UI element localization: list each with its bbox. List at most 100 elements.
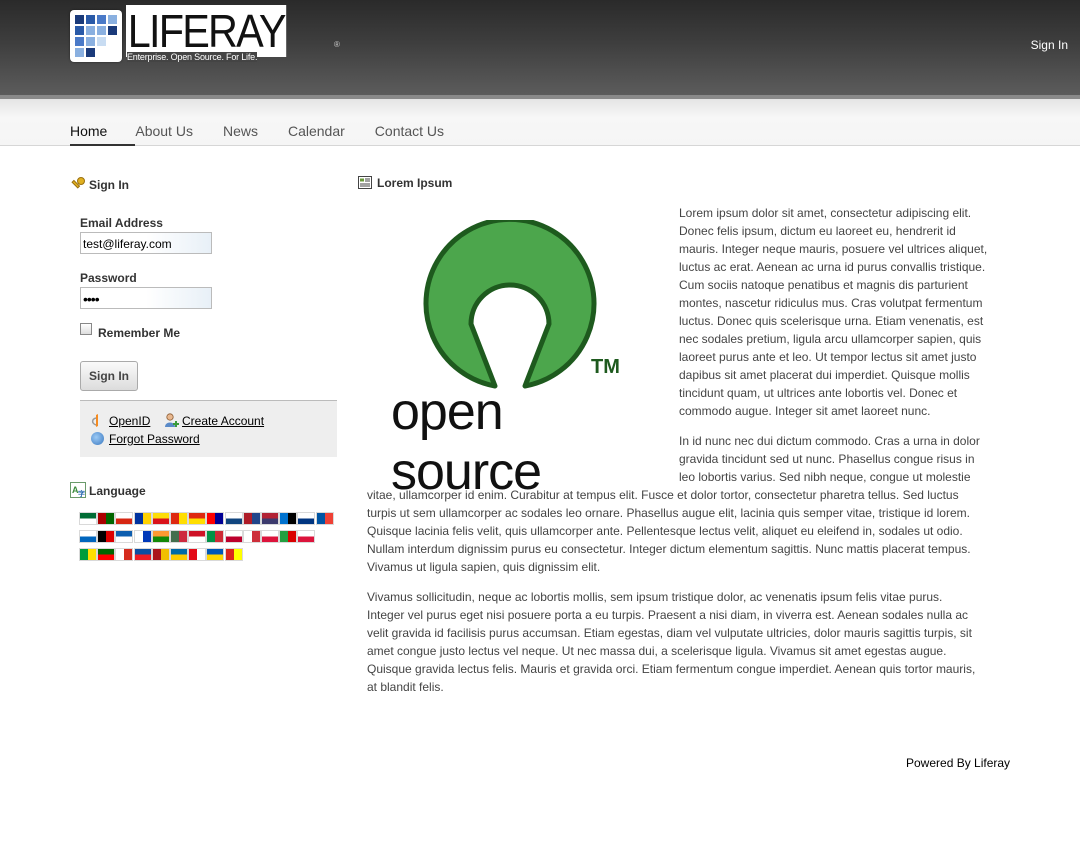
language-flag-icon[interactable] <box>152 549 169 560</box>
language-flag-icon[interactable] <box>207 531 224 542</box>
language-flag-icon[interactable] <box>134 531 151 542</box>
paragraph-line: luctus. Donec quis scelerisque urna. Eti… <box>679 314 984 328</box>
email-label: Email Address <box>80 216 163 230</box>
logo-square <box>75 26 84 35</box>
signin-portlet-title-text: Sign In <box>89 178 129 192</box>
language-portlet-title: A字 Language <box>70 482 146 498</box>
language-flag-icon[interactable] <box>116 531 133 542</box>
document-icon <box>358 176 372 190</box>
logo-square <box>75 48 84 57</box>
sign-in-button[interactable]: Sign In <box>80 361 138 391</box>
language-flag-icon[interactable] <box>225 549 242 560</box>
header-sign-in-link[interactable]: Sign In <box>1031 38 1068 52</box>
paragraph-line: luctus ac erat. Aenean ac urna id purus … <box>679 260 986 274</box>
language-flag-icon[interactable] <box>316 513 333 524</box>
language-flag-icon[interactable] <box>152 513 169 524</box>
site-header: LIFERAY ® Enterprise. Open Source. For L… <box>0 0 1080 95</box>
openid-icon <box>90 414 103 427</box>
language-flag-icon[interactable] <box>262 531 278 542</box>
logo-square <box>108 48 117 57</box>
paragraph-line: gravida tincidunt sed ut nunc. Phasellus… <box>679 452 975 466</box>
logo-square <box>75 37 84 46</box>
language-flag-icon[interactable] <box>298 513 315 524</box>
paragraph-line: dapibus sit amet placerat dui imperdiet.… <box>679 368 970 382</box>
paragraph-3: Vivamus sollicitudin, neque ac lobortis … <box>367 588 1017 696</box>
powered-by-footer: Powered By Liferay <box>906 756 1011 770</box>
key-icon <box>70 176 85 190</box>
language-flag-icon[interactable] <box>171 531 187 542</box>
password-field[interactable]: •••• <box>80 287 212 309</box>
logo-square <box>97 15 106 24</box>
language-flag-icon[interactable] <box>280 531 297 542</box>
language-flag-icon[interactable] <box>171 513 187 524</box>
paragraph-line: Integer vel purus eget nisi posuere port… <box>367 608 969 622</box>
paragraph-line: tincidunt quam, ut ultrices ante loborti… <box>679 386 958 400</box>
signin-portlet-title: Sign In <box>70 176 129 192</box>
logo-registered-mark: ® <box>334 40 340 49</box>
open-source-logo: TM open source <box>383 220 663 501</box>
language-flag-icon[interactable] <box>189 513 206 524</box>
language-flag-icon[interactable] <box>207 513 224 524</box>
logo-square <box>86 48 95 57</box>
open-source-keyhole-icon <box>423 220 597 389</box>
openid-link[interactable]: OpenID <box>109 414 150 428</box>
logo-square <box>108 15 117 24</box>
language-flag-icon[interactable] <box>134 513 151 524</box>
language-flag-icon[interactable] <box>116 513 133 524</box>
language-flag-icon[interactable] <box>298 531 315 542</box>
paragraph-2-full: vitae, ullamcorper id enim. Curabitur at… <box>367 486 1017 576</box>
password-label: Password <box>80 271 137 285</box>
language-flag-icon[interactable] <box>189 549 206 560</box>
globe-icon: A字 <box>70 482 86 498</box>
paragraph-line: Lorem ipsum dolor sit amet, consectetur … <box>679 206 972 220</box>
language-flag-icon[interactable] <box>80 513 96 524</box>
paragraph-line: Quisque gravida lectus felis. Mauris et … <box>367 662 976 676</box>
help-icon <box>91 432 104 445</box>
paragraph-line: leo lobortis varius. Sed nibh neque, con… <box>679 470 971 484</box>
main-navigation: Home About Us News Calendar Contact Us <box>0 99 1080 146</box>
open-source-wordmark: open source <box>391 383 542 501</box>
create-account-link[interactable]: Create Account <box>182 414 264 428</box>
nav-item-home[interactable]: Home <box>70 123 136 146</box>
nav-item-about-us[interactable]: About Us <box>135 123 193 144</box>
language-flag-icon[interactable] <box>262 513 278 524</box>
paragraph-line: vitae, ullamcorper id enim. Curabitur at… <box>367 488 959 502</box>
logo-square <box>86 37 95 46</box>
language-flag-icon[interactable] <box>225 513 242 524</box>
paragraph-line: In id nunc nec dui dictum commodo. Cras … <box>679 434 980 448</box>
language-flag-icon[interactable] <box>243 531 260 542</box>
nav-item-news[interactable]: News <box>223 123 258 144</box>
language-flag-icon[interactable] <box>116 549 133 560</box>
language-flag-icon[interactable] <box>98 549 115 560</box>
paragraph-line: Quisque lacinia felis velit, quis ullamc… <box>367 524 963 538</box>
logo-square <box>86 26 95 35</box>
language-flag-icon[interactable] <box>152 531 169 542</box>
add-user-icon <box>164 413 179 427</box>
email-field[interactable]: test@liferay.com <box>80 232 212 254</box>
language-flag-icon[interactable] <box>98 513 115 524</box>
paragraph-line: Donec felis ipsum, dictum eu laoreet eu,… <box>679 224 956 238</box>
logo-wordmark: LIFERAY <box>126 5 286 57</box>
nav-item-contact-us[interactable]: Contact Us <box>375 123 444 144</box>
paragraph-line: Cum sociis natoque penatibus et magnis d… <box>679 278 968 292</box>
remember-me-checkbox[interactable] <box>80 323 92 335</box>
paragraph-line: at blandit felis. <box>367 680 444 694</box>
language-flag-icon[interactable] <box>243 513 260 524</box>
language-flag-icon[interactable] <box>134 549 151 560</box>
forgot-password-link[interactable]: Forgot Password <box>109 432 200 446</box>
paragraph-line: amet congue justo lectus vel neque. Ut n… <box>367 644 947 658</box>
language-flag-icon[interactable] <box>171 549 187 560</box>
paragraph-line: turpis ut sem ullamcorper ac sodales leo… <box>367 506 970 520</box>
language-flag-icon[interactable] <box>80 549 96 560</box>
language-flag-icon[interactable] <box>207 549 224 560</box>
paragraph-line: mauris. Integer neque mauris, posuere ve… <box>679 242 988 256</box>
language-flag-icon[interactable] <box>225 531 242 542</box>
nav-item-calendar[interactable]: Calendar <box>288 123 345 144</box>
language-flag-icon[interactable] <box>80 531 96 542</box>
language-flag-icon[interactable] <box>98 531 115 542</box>
remember-me-label: Remember Me <box>98 326 181 340</box>
language-flag-icon[interactable] <box>280 513 297 524</box>
content-portlet-title: Lorem Ipsum <box>358 176 452 190</box>
language-flag-icon[interactable] <box>189 531 206 542</box>
logo-square <box>108 26 117 35</box>
